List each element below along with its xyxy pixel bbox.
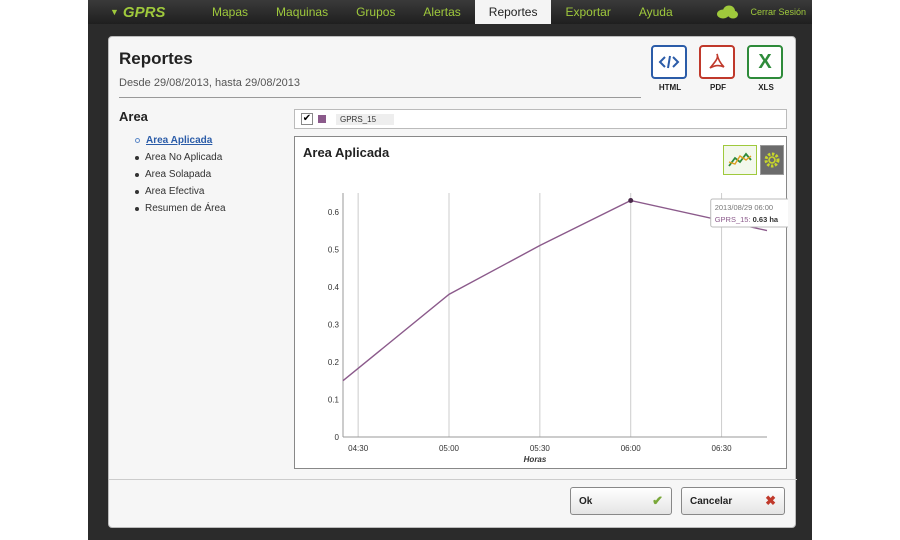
- cancel-label: Cancelar: [690, 495, 733, 507]
- x-tick-label: 04:30: [348, 444, 369, 453]
- sidebar-item-label: Area Solapada: [145, 169, 212, 180]
- logout-link[interactable]: Cerrar Sesión: [750, 7, 806, 17]
- sidebar-item-label: Resumen de Área: [145, 203, 226, 214]
- sidebar-item-area-aplicada[interactable]: Area Aplicada: [135, 132, 226, 149]
- nav-item-exportar[interactable]: Exportar: [551, 0, 624, 24]
- y-tick-label: 0.5: [328, 245, 340, 254]
- cancel-button[interactable]: Cancelar ✖: [681, 487, 785, 515]
- close-icon: ✖: [765, 493, 776, 508]
- y-tick-label: 0.6: [328, 208, 340, 217]
- export-xls-label: XLS: [758, 83, 774, 92]
- bullet-icon: [135, 138, 140, 143]
- y-tick-label: 0.1: [328, 395, 340, 404]
- series-checkbox[interactable]: ✔: [301, 113, 313, 125]
- series-label: GPRS_15: [336, 113, 395, 125]
- code-icon: [651, 45, 687, 79]
- x-tick-label: 05:00: [439, 444, 460, 453]
- divider: [119, 97, 641, 98]
- data-point: [628, 198, 634, 204]
- sidebar-menu: Area Aplicada Area No Aplicada Area Sola…: [135, 132, 226, 217]
- checkmark-icon: ✔: [652, 493, 663, 508]
- nav-item-reportes[interactable]: Reportes: [474, 0, 552, 24]
- gear-icon: [764, 152, 780, 168]
- sidebar-item-label: Area Efectiva: [145, 186, 205, 197]
- sidebar-item-label: Area No Aplicada: [145, 152, 223, 163]
- x-tick-label: 06:30: [712, 444, 733, 453]
- chart-panel: 04:30 05:00 05:30 06:00 06:30 0 0.1 0.2 0.3 0.4 0.…: [294, 136, 788, 469]
- sidebar-item-resumen-area[interactable]: Resumen de Área: [135, 200, 226, 217]
- bullet-icon: [135, 206, 139, 211]
- series-color-swatch: [318, 115, 326, 123]
- nav-item-grupos[interactable]: Grupos: [342, 0, 409, 24]
- nav-item-mapas[interactable]: Mapas: [198, 0, 262, 24]
- chart-type-button[interactable]: [723, 145, 757, 175]
- chart-title: Area Aplicada: [303, 145, 390, 160]
- sidebar-heading: Area: [119, 109, 148, 124]
- sidebar-item-area-no-aplicada[interactable]: Area No Aplicada: [135, 149, 226, 166]
- cloud-icon[interactable]: [715, 5, 739, 19]
- nav-item-ayuda[interactable]: Ayuda: [625, 0, 687, 24]
- bullet-icon: [135, 189, 139, 194]
- tooltip-value: GPRS_15: 0.63 ha: [715, 215, 779, 224]
- sidebar-item-label: Area Aplicada: [146, 135, 213, 146]
- bullet-icon: [135, 172, 139, 177]
- reports-dialog: Reportes Desde 29/08/2013, hasta 29/08/2…: [108, 36, 797, 528]
- brand-name: GPRS: [122, 3, 166, 21]
- export-pdf-button[interactable]: PDF: [699, 45, 737, 92]
- top-nav-bar: ▼ GPRS Mapas Maquinas Grupos Alertas Rep…: [88, 0, 812, 24]
- sidebar-item-area-efectiva[interactable]: Area Efectiva: [135, 183, 226, 200]
- sidebar-item-area-solapada[interactable]: Area Solapada: [135, 166, 226, 183]
- footer-divider: [109, 479, 797, 480]
- x-tick-label: 06:00: [621, 444, 642, 453]
- page-title: Reportes: [119, 49, 193, 68]
- line-chart: 04:30 05:00 05:30 06:00 06:30 0 0.1 0.2 0.3 0.4 0.…: [328, 193, 788, 464]
- main-nav: Mapas Maquinas Grupos Alertas Reportes E…: [198, 0, 687, 24]
- date-range: Desde 29/08/2013, hasta 29/08/2013: [119, 77, 301, 89]
- series-line: [342, 199, 768, 382]
- bullet-icon: [135, 155, 139, 160]
- y-tick-label: 0.4: [328, 283, 340, 292]
- export-xls-button[interactable]: X XLS: [747, 45, 785, 92]
- line-chart-icon: [728, 152, 752, 167]
- nav-item-maquinas[interactable]: Maquinas: [262, 0, 342, 24]
- series-selector: ✔ GPRS_15: [294, 109, 787, 129]
- excel-icon: X: [747, 45, 783, 79]
- export-pdf-label: PDF: [710, 83, 726, 92]
- export-html-label: HTML: [658, 83, 682, 92]
- ok-label: Ok: [579, 495, 593, 507]
- pdf-icon: [699, 45, 735, 79]
- dropdown-arrow-icon: ▼: [110, 7, 119, 17]
- y-tick-label: 0: [335, 433, 340, 442]
- tooltip-date: 2013/08/29 06:00: [715, 203, 773, 212]
- nav-item-alertas[interactable]: Alertas: [409, 0, 474, 24]
- x-axis-label: Horas: [524, 455, 547, 464]
- settings-button[interactable]: [760, 145, 784, 175]
- brand-logo[interactable]: ▼ GPRS: [110, 4, 198, 21]
- ok-button[interactable]: Ok ✔: [570, 487, 672, 515]
- x-tick-label: 05:30: [530, 444, 551, 453]
- y-tick-label: 0.3: [328, 320, 340, 329]
- tablet-frame: ▼ GPRS Mapas Maquinas Grupos Alertas Rep…: [88, 0, 812, 540]
- export-html-button[interactable]: HTML: [651, 45, 689, 92]
- y-tick-label: 0.2: [328, 358, 340, 367]
